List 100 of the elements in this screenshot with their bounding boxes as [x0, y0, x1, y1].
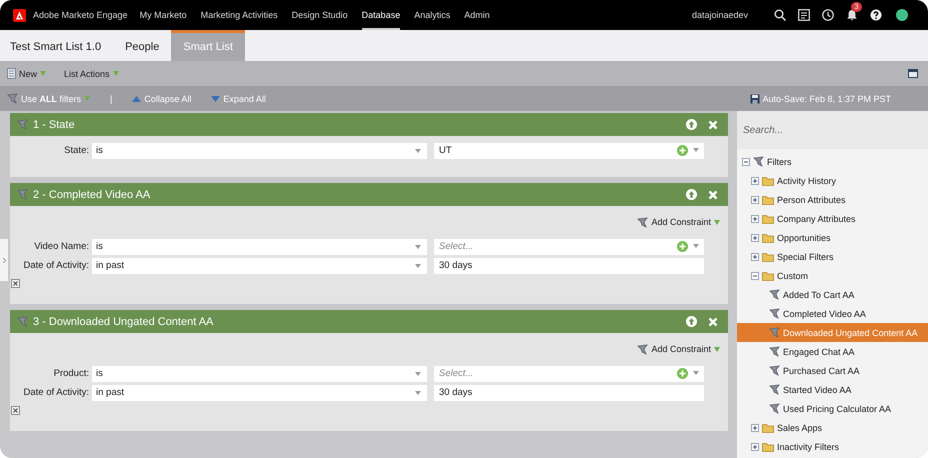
tree-item[interactable]: Filters — [737, 152, 928, 171]
window-icon[interactable] — [908, 69, 918, 78]
adobe-logo[interactable] — [13, 8, 26, 22]
list-actions-button[interactable]: List Actions — [64, 68, 119, 78]
filter-icon — [753, 156, 764, 167]
caret-icon — [415, 390, 421, 394]
nav-item[interactable]: Design Studio — [292, 0, 348, 30]
tree-item[interactable]: Added To Cart AA — [737, 285, 928, 304]
new-button[interactable]: New — [7, 68, 46, 79]
tree-item[interactable]: Opportunities — [737, 228, 928, 247]
list-icon — [7, 68, 16, 79]
tree-item[interactable]: Activity History — [737, 171, 928, 190]
close-icon[interactable] — [708, 316, 718, 326]
search-field[interactable]: Search... — [737, 111, 928, 149]
avatar[interactable] — [896, 9, 908, 21]
add-constraint-button[interactable]: Add Constraint — [637, 216, 720, 228]
tab[interactable]: Test Smart List 1.0 — [0, 30, 114, 61]
triangle-up-icon — [132, 96, 142, 102]
tree-item[interactable]: Inactivity Filters — [737, 437, 928, 456]
value-picklist[interactable]: UT — [434, 142, 704, 158]
tree-item[interactable]: Person Attributes — [737, 190, 928, 209]
caret-icon — [415, 372, 421, 376]
filter-title: 2 - Completed Video AA — [33, 188, 150, 200]
field-label: Video Name: — [33, 241, 89, 252]
caret-icon — [693, 148, 699, 152]
collapse-icon[interactable] — [742, 158, 750, 166]
filter-icon — [769, 403, 780, 414]
tree-item[interactable]: Custom — [737, 266, 928, 285]
expand-icon[interactable] — [751, 424, 759, 432]
operator-dropdown[interactable]: in past — [92, 258, 427, 274]
bell-icon[interactable] — [846, 9, 858, 21]
caret-icon — [714, 220, 720, 224]
sidebar-handle[interactable] — [0, 239, 8, 281]
filter-icon — [769, 308, 780, 319]
nav-item[interactable]: Analytics — [414, 0, 450, 30]
triangle-down-icon — [211, 96, 220, 102]
filter-icon — [637, 216, 648, 228]
expand-icon[interactable] — [751, 442, 759, 450]
tab[interactable]: People — [113, 30, 172, 61]
folder-icon — [762, 270, 774, 280]
operator-dropdown[interactable]: is — [92, 142, 427, 158]
nav-item[interactable]: Admin — [464, 0, 490, 30]
expand-icon[interactable] — [751, 176, 759, 184]
close-icon[interactable] — [708, 190, 718, 200]
value-picklist[interactable]: Select... — [434, 238, 704, 254]
tree-item[interactable]: Company Attributes — [737, 209, 928, 228]
filter-icon — [769, 327, 780, 338]
filter-icon — [769, 346, 780, 357]
caret-icon — [415, 264, 421, 268]
caret-icon — [693, 244, 699, 248]
field-label: Date of Activity: — [22, 260, 89, 271]
clock-icon[interactable] — [822, 9, 834, 21]
search-icon[interactable] — [774, 9, 786, 21]
tree-item[interactable]: Completed Video AA — [737, 304, 928, 323]
caret-icon — [112, 71, 119, 76]
save-icon — [750, 94, 760, 104]
tree-item[interactable]: Sales Apps — [737, 418, 928, 437]
close-icon[interactable] — [708, 120, 718, 130]
tree-item[interactable]: Started Video AA — [737, 380, 928, 399]
help-icon[interactable] — [870, 9, 882, 21]
filter-icon — [17, 316, 28, 327]
user-name[interactable]: datajoinaedev — [692, 10, 748, 20]
tree-item[interactable]: Purchased Cart AA — [737, 361, 928, 380]
checklist-icon[interactable] — [798, 9, 810, 21]
operator-dropdown[interactable]: is — [92, 366, 427, 382]
add-constraint-button[interactable]: Add Constraint — [637, 344, 720, 354]
field-label: Date of Activity: — [22, 387, 89, 398]
value-picklist[interactable]: Select... — [434, 366, 704, 382]
caret-icon — [693, 371, 699, 375]
expand-icon[interactable] — [751, 252, 759, 260]
folder-icon — [762, 442, 774, 452]
move-up-icon[interactable] — [686, 119, 697, 130]
filter-title: 1 - State — [33, 118, 75, 130]
move-up-icon[interactable] — [686, 189, 697, 200]
caret-icon — [415, 244, 421, 248]
expand-icon[interactable] — [751, 196, 759, 204]
filter-icon — [769, 384, 780, 395]
operator-dropdown[interactable]: in past — [92, 384, 427, 400]
filter-icon — [637, 344, 648, 354]
caret-icon — [415, 148, 421, 152]
filter-title: 3 - Downloaded Ungated Content AA — [33, 316, 214, 328]
tree-item[interactable]: Used Pricing Calculator AA — [737, 399, 928, 418]
nav-item[interactable]: My Marketo — [140, 0, 187, 30]
move-up-icon[interactable] — [686, 316, 697, 327]
collapse-icon[interactable] — [751, 272, 759, 280]
input-field[interactable]: 30 days — [434, 384, 704, 400]
input-field[interactable]: 30 days — [434, 258, 704, 274]
delete-icon[interactable] — [11, 279, 20, 288]
filter-icon — [769, 365, 780, 376]
operator-dropdown[interactable]: is — [92, 238, 427, 254]
tree-item[interactable]: Engaged Chat AA — [737, 342, 928, 361]
nav-item[interactable]: Marketing Activities — [200, 0, 278, 30]
tree-item[interactable]: Special Filters — [737, 247, 928, 266]
delete-icon[interactable] — [11, 406, 20, 415]
folder-icon — [762, 176, 774, 186]
folder-icon — [762, 194, 774, 204]
expand-icon[interactable] — [751, 234, 759, 242]
caret-icon — [84, 96, 90, 101]
expand-icon[interactable] — [751, 214, 759, 222]
product-name[interactable]: Adobe Marketo Engage — [33, 10, 128, 20]
